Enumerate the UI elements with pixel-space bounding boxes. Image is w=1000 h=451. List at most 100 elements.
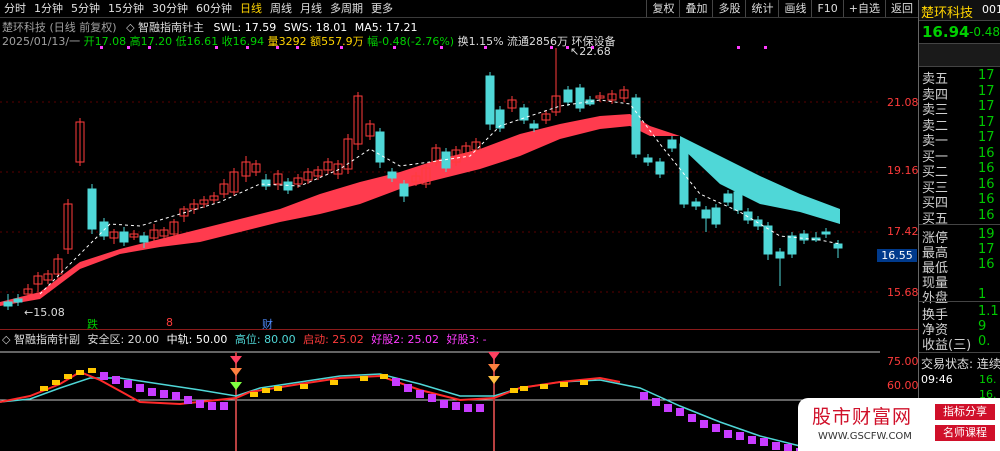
signal-dot [215,46,218,49]
sub-magenta-bar [184,396,192,404]
period-tab-1[interactable]: 1分钟 [30,0,67,17]
signal-dot [550,46,553,49]
sub-magenta-bar [676,408,684,416]
stat-value: 17 [978,242,995,257]
candle-body [99,221,109,237]
sub-magenta-bar [172,392,180,400]
sub-magenta-bar [748,436,756,444]
candle-body [787,235,797,255]
low-arrow-icon: ← [24,306,34,319]
sub-yellow-bar [520,386,528,391]
order-book-value: 16 [978,207,995,223]
watermark-tag-share[interactable]: 指标分享 [935,404,995,420]
period-toolbar: 分时 1分钟 5分钟 15分钟 30分钟 60分钟 日线 周线 月线 多周期 更多 复权 叠加 多股 统计… [0,0,918,18]
sub-magenta-bar [112,376,120,384]
period-tab-2[interactable]: 5分钟 [67,0,104,17]
sub-magenta-bar [784,444,792,451]
sub-magenta-bar [476,404,484,412]
sub-magenta-bar [736,432,744,440]
order-book-value: 17 [978,114,995,130]
period-tab-6[interactable]: 日线 [236,0,266,17]
sub-yellow-bar [76,370,84,375]
candle-body [631,97,641,155]
stat-value: 1 [978,287,987,302]
toolbar-button-0[interactable]: 复权 [646,0,679,17]
signal-dot [100,46,103,49]
stat-value: 19 [978,227,995,242]
signal-dot [296,46,299,49]
stock-header: 楚环科技 001 [919,0,1000,21]
period-tab-3[interactable]: 15分钟 [104,0,148,17]
signal-dot [764,46,767,49]
period-tab-5[interactable]: 60分钟 [192,0,236,17]
candle-body [119,231,129,243]
panel-stock-code: 001 [982,3,1000,16]
sub-magenta-bar [760,438,768,446]
period-tab-10[interactable]: 更多 [367,0,397,17]
candle-body [833,243,843,249]
order-book-value: 17 [978,83,995,99]
function-buttons: 复权 叠加 多股 统计 画线 F10 +自选 返回 [646,0,918,17]
candle-body [495,109,505,129]
period-tab-0[interactable]: 分时 [0,0,30,17]
toolbar-button-5[interactable]: F10 [811,0,842,17]
watermark-tag-course[interactable]: 名师课程 [935,425,995,441]
watermark-title: 股市财富网 [812,406,913,428]
sub-magenta-bar [464,404,472,412]
sub-yellow-bar [250,392,258,397]
sub-magenta-bar [100,372,108,380]
sub-magenta-bar [136,384,144,392]
candle-body [261,179,271,187]
stat-value: 16 [978,257,995,272]
sub-indicator-chart[interactable] [0,344,918,451]
ma-line [39,99,841,295]
toolbar-button-3[interactable]: 统计 [745,0,778,17]
signal-marker-icon [230,356,242,364]
signal-dot [566,46,569,49]
price-tick-1: 21.08 [887,96,919,109]
toolbar-button-6[interactable]: +自选 [842,0,885,17]
candlestick-chart[interactable] [0,44,918,334]
sub-yellow-bar [262,388,270,393]
period-tab-7[interactable]: 周线 [266,0,296,17]
panel-divider-1 [919,224,1000,225]
sub-magenta-bar [700,420,708,428]
high-arrow-icon: ↖ [570,45,580,58]
high-marker: ↖22.68 [570,45,611,58]
toolbar-button-7[interactable]: 返回 [885,0,918,17]
sub-magenta-bar [220,402,228,410]
quote-panel: 楚环科技 001 16.94 -0.48 卖五 17 卖四 17 卖三 17 卖二 17 卖一 1… [918,0,1000,451]
signal-dot [440,46,443,49]
order-book-value: 16 [978,176,995,192]
order-book-value: 16 [978,161,995,176]
low-price-label: 15.08 [33,306,65,319]
order-book-value: 17 [978,68,995,83]
stat2-value: 0. [978,334,991,349]
candle-body [375,131,385,163]
low-marker: ←15.08 [24,306,65,319]
candle-body [575,87,585,109]
sub-magenta-bar [160,390,168,398]
stat2-value: 1.1 [978,304,999,319]
period-tab-8[interactable]: 月线 [296,0,326,17]
sub-yellow-bar [52,380,60,385]
signal-dot [393,46,396,49]
period-tab-9[interactable]: 多周期 [326,0,367,17]
sub-magenta-bar [392,378,400,386]
candle-body [701,209,711,219]
sub-magenta-bar [652,398,660,406]
sub-magenta-bar [196,400,204,408]
signal-dot [276,46,279,49]
toolbar-button-2[interactable]: 多股 [712,0,745,17]
candle-body [733,191,743,211]
pane-divider [0,329,918,330]
toolbar-button-1[interactable]: 叠加 [679,0,712,17]
toolbar-button-4[interactable]: 画线 [778,0,811,17]
order-book-value: 17 [978,130,995,145]
sub-yellow-bar [580,380,588,385]
period-tab-4[interactable]: 30分钟 [148,0,192,17]
sub-tick-1: 75.00 [887,355,919,368]
sub-magenta-bar [124,380,132,388]
candle-body [485,75,495,125]
high-price-label: 22.68 [579,45,611,58]
